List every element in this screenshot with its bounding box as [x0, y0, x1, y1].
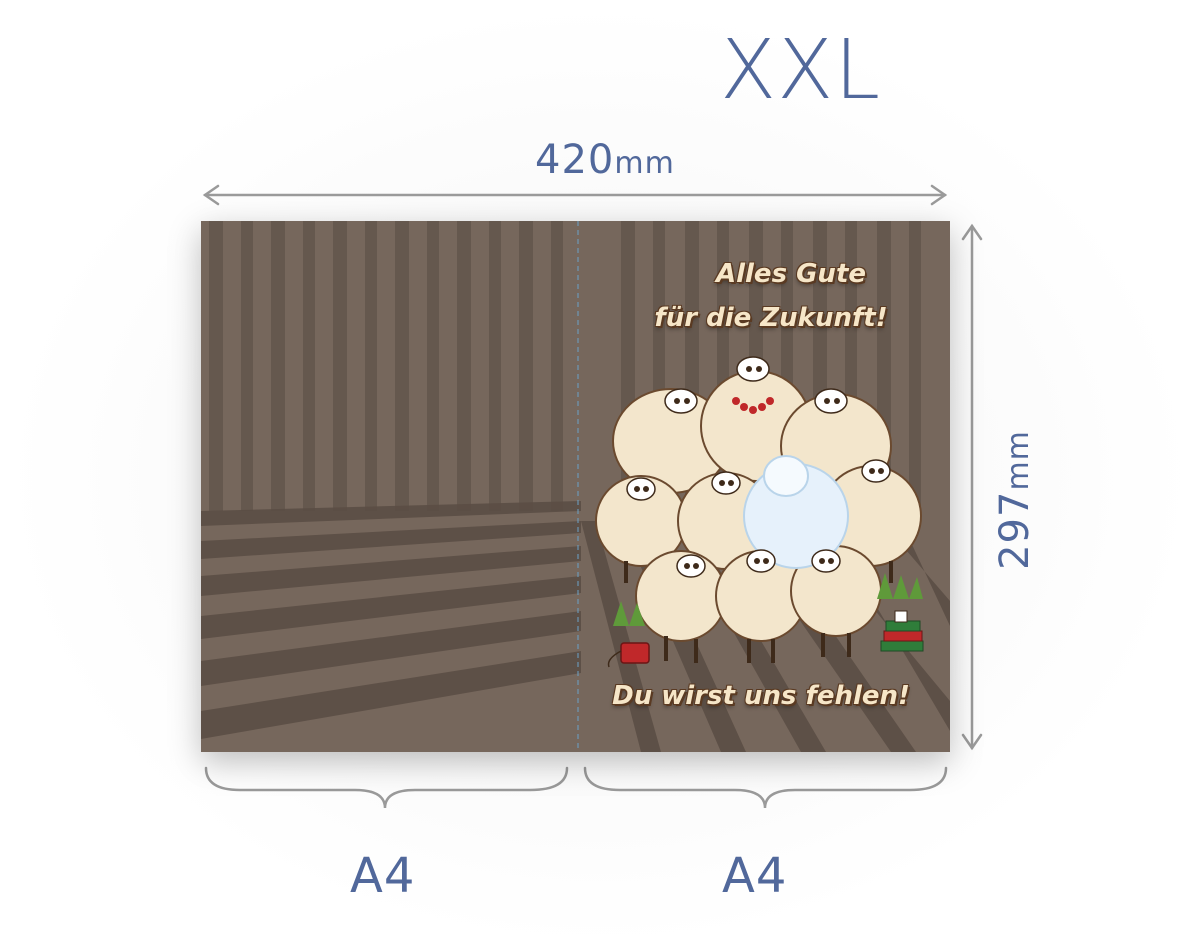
- right-half-label: A4: [722, 848, 788, 904]
- left-half-brace: [204, 766, 569, 809]
- greeting-line-2: für die Zukunft!: [654, 303, 888, 333]
- right-half-brace: [583, 766, 948, 809]
- farewell-text: Du wirst uns fehlen!: [612, 681, 910, 711]
- height-arrow: [961, 223, 983, 751]
- greeting-line-1: Alles Gute: [715, 259, 867, 289]
- left-half-label: A4: [350, 848, 416, 904]
- width-arrow: [202, 184, 948, 206]
- greeting-card: Alles Gute für die Zukunft! Du wirst uns…: [201, 221, 950, 752]
- card-artwork: [201, 221, 950, 752]
